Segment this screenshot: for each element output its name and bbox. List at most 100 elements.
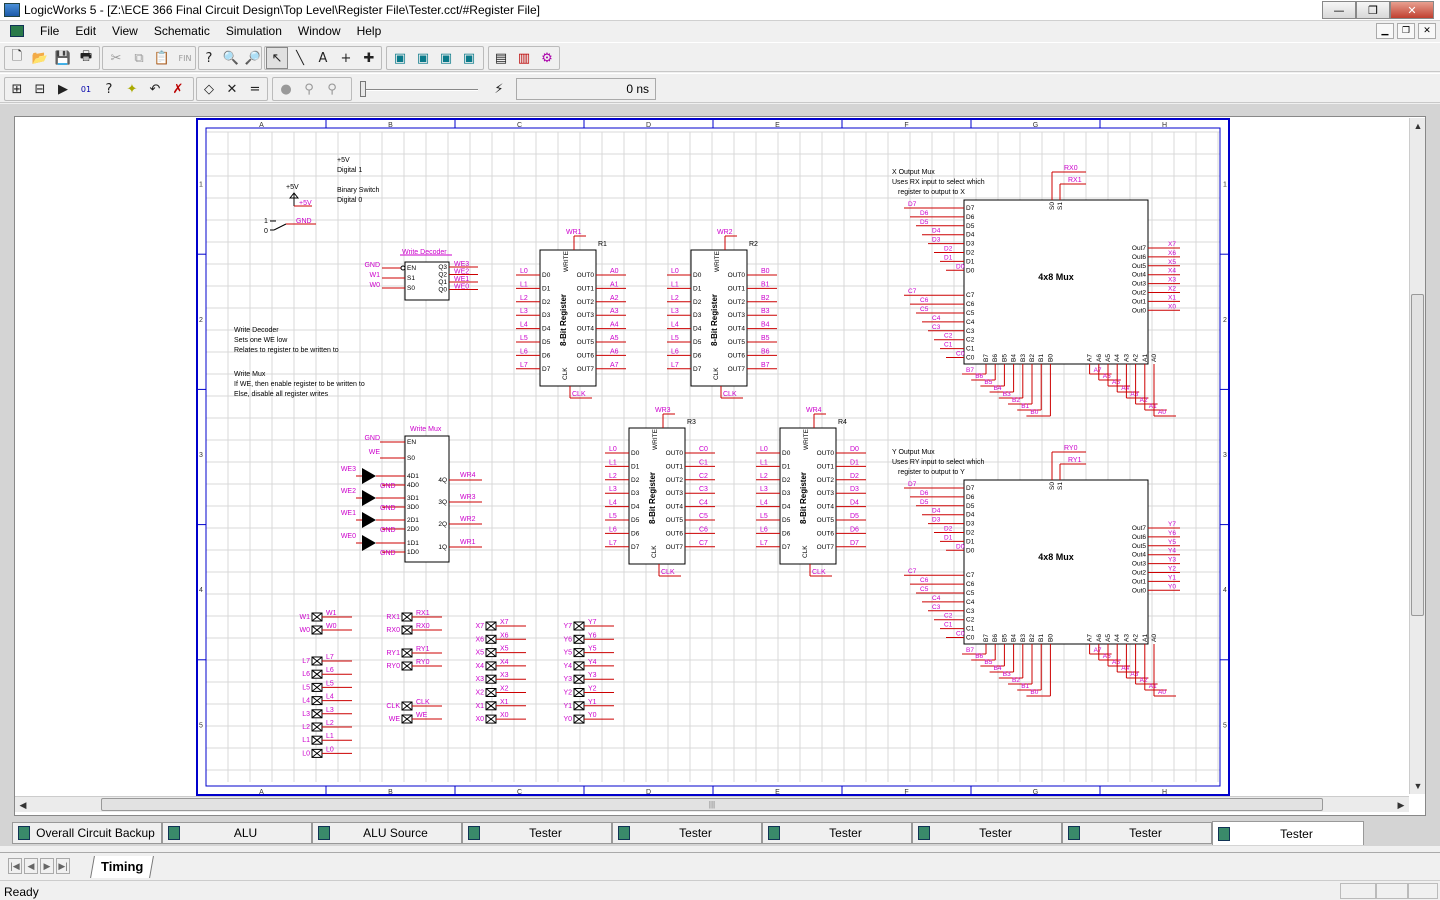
library3-icon[interactable]: ▣: [435, 47, 457, 69]
menu-schematic[interactable]: Schematic: [146, 24, 218, 38]
grid-icon[interactable]: ⊞: [6, 78, 28, 100]
pause-icon[interactable]: ⚡: [488, 78, 510, 100]
delete-icon[interactable]: ✗: [167, 78, 189, 100]
pin-label: C4: [966, 319, 975, 326]
pin-label: 1D0: [407, 549, 419, 556]
scroll-up-icon[interactable]: ▲: [1410, 118, 1426, 134]
stop-icon[interactable]: ●: [275, 78, 297, 100]
star-icon[interactable]: ✦: [121, 78, 143, 100]
io-net-label: Y6: [588, 632, 597, 639]
step2-icon[interactable]: ⚲: [321, 78, 343, 100]
mdi-minimize-button[interactable]: ▁: [1376, 23, 1394, 39]
timing-first-icon[interactable]: |◀: [8, 858, 22, 874]
chart-icon[interactable]: ▥: [513, 47, 535, 69]
zoom-icon[interactable]: 🔍: [220, 47, 242, 69]
timing-last-icon[interactable]: ▶|: [56, 858, 70, 874]
tab-alu-source[interactable]: ALU Source: [312, 822, 462, 844]
net-label: Y3: [1168, 557, 1176, 564]
plus-icon[interactable]: ✚: [358, 47, 380, 69]
net-label: A1: [610, 281, 619, 288]
new-icon[interactable]: 🗋: [6, 47, 28, 69]
tab-tester-active[interactable]: Tester: [1212, 821, 1364, 845]
library-icon[interactable]: ▣: [389, 47, 411, 69]
net-label: D6: [920, 210, 929, 217]
menu-edit[interactable]: Edit: [67, 24, 104, 38]
menu-help[interactable]: Help: [349, 24, 390, 38]
status-panel-1: [1340, 883, 1376, 899]
timing-prev-icon[interactable]: ◀: [24, 858, 38, 874]
run-icon[interactable]: ▶: [52, 78, 74, 100]
copy-icon[interactable]: ⧉: [128, 47, 150, 69]
tab-alu[interactable]: ALU: [162, 822, 312, 844]
menu-view[interactable]: View: [104, 24, 146, 38]
tab-tester-5[interactable]: Tester: [1062, 822, 1212, 844]
scroll-right-icon[interactable]: ▶: [1393, 797, 1409, 813]
pin-label: C0: [966, 635, 975, 642]
x-icon[interactable]: ✕: [221, 78, 243, 100]
equals-icon[interactable]: =: [244, 78, 266, 100]
menu-file[interactable]: File: [32, 24, 67, 38]
net-label: RY1: [1068, 457, 1082, 464]
mdi-restore-button[interactable]: ❐: [1397, 23, 1415, 39]
tab-overall-circuit-backup[interactable]: Overall Circuit Backup: [12, 822, 162, 844]
tab-tester-2[interactable]: Tester: [612, 822, 762, 844]
tab-tester-4[interactable]: Tester: [912, 822, 1062, 844]
slider-thumb[interactable]: [360, 81, 366, 97]
net-label: GND: [380, 527, 396, 534]
print-icon[interactable]: 🖶: [75, 47, 97, 69]
close-button[interactable]: ✕: [1390, 1, 1434, 19]
pin-label: S1: [407, 275, 415, 282]
tab-tester-1[interactable]: Tester: [462, 822, 612, 844]
scroll-left-icon[interactable]: ◀: [15, 797, 31, 813]
step-icon[interactable]: ⚲: [298, 78, 320, 100]
document-icon[interactable]: [10, 25, 24, 37]
net-label: RX0: [1064, 165, 1078, 172]
final-icon[interactable]: FIN: [174, 47, 196, 69]
io-net-label: X1: [500, 699, 509, 706]
open-icon[interactable]: 📂: [29, 47, 51, 69]
grid2-icon[interactable]: ⊟: [29, 78, 51, 100]
vertical-scrollbar[interactable]: ▲ ▼: [1409, 118, 1425, 794]
pointer-icon[interactable]: ↖: [266, 47, 288, 69]
register-type: 8-Bit Register: [799, 472, 808, 524]
net-label: C1: [699, 459, 708, 466]
cross-icon[interactable]: +: [335, 47, 357, 69]
binary-icon[interactable]: 01: [75, 78, 97, 100]
pin-label: A1: [1142, 354, 1149, 362]
vscroll-thumb[interactable]: [1411, 294, 1424, 616]
menu-simulation[interactable]: Simulation: [218, 24, 290, 38]
mdi-close-button[interactable]: ✕: [1418, 23, 1436, 39]
scroll-down-icon[interactable]: ▼: [1410, 778, 1426, 794]
network-icon[interactable]: ⚙: [536, 47, 558, 69]
text-icon[interactable]: A: [312, 47, 334, 69]
paste-icon[interactable]: 📋: [151, 47, 173, 69]
zoom-fit-icon[interactable]: 🔎: [242, 47, 264, 69]
sim-speed-slider[interactable]: [358, 78, 482, 100]
timing-next-icon[interactable]: ▶: [40, 858, 54, 874]
undo-icon[interactable]: ↶: [144, 78, 166, 100]
pin-label: OUT4: [577, 326, 595, 333]
help-icon[interactable]: ?: [198, 47, 220, 69]
probe-icon[interactable]: ?: [98, 78, 120, 100]
cut-icon[interactable]: ✂: [105, 47, 127, 69]
library2-icon[interactable]: ▣: [412, 47, 434, 69]
io-label: Y1: [563, 703, 572, 710]
tab-timing[interactable]: Timing: [90, 856, 155, 878]
schematic-canvas[interactable]: A A B B C C D D E E F F G G H H 1 1 2 2 3 3 4 4 5 5 +5V Digital 1 Bi…: [196, 118, 1230, 796]
tab-tester-3[interactable]: Tester: [762, 822, 912, 844]
hscroll-thumb[interactable]: |||: [101, 798, 1323, 811]
net-label: D2: [944, 526, 953, 533]
minimize-button[interactable]: —: [1322, 1, 1356, 19]
menu-window[interactable]: Window: [290, 24, 349, 38]
library4-icon[interactable]: ▣: [458, 47, 480, 69]
pin-label: D2: [631, 477, 640, 484]
chip-icon[interactable]: ▤: [490, 47, 512, 69]
horizontal-scrollbar[interactable]: ◀ ||| ▶: [15, 796, 1409, 812]
maximize-button[interactable]: ❐: [1356, 1, 1390, 19]
wire-icon[interactable]: ╲: [289, 47, 311, 69]
pin-label: D0: [542, 272, 551, 279]
diamond-icon[interactable]: ◇: [198, 78, 220, 100]
save-icon[interactable]: 💾: [52, 47, 74, 69]
pin-label: Out1: [1132, 298, 1146, 305]
pin-label: OUT0: [577, 272, 595, 279]
